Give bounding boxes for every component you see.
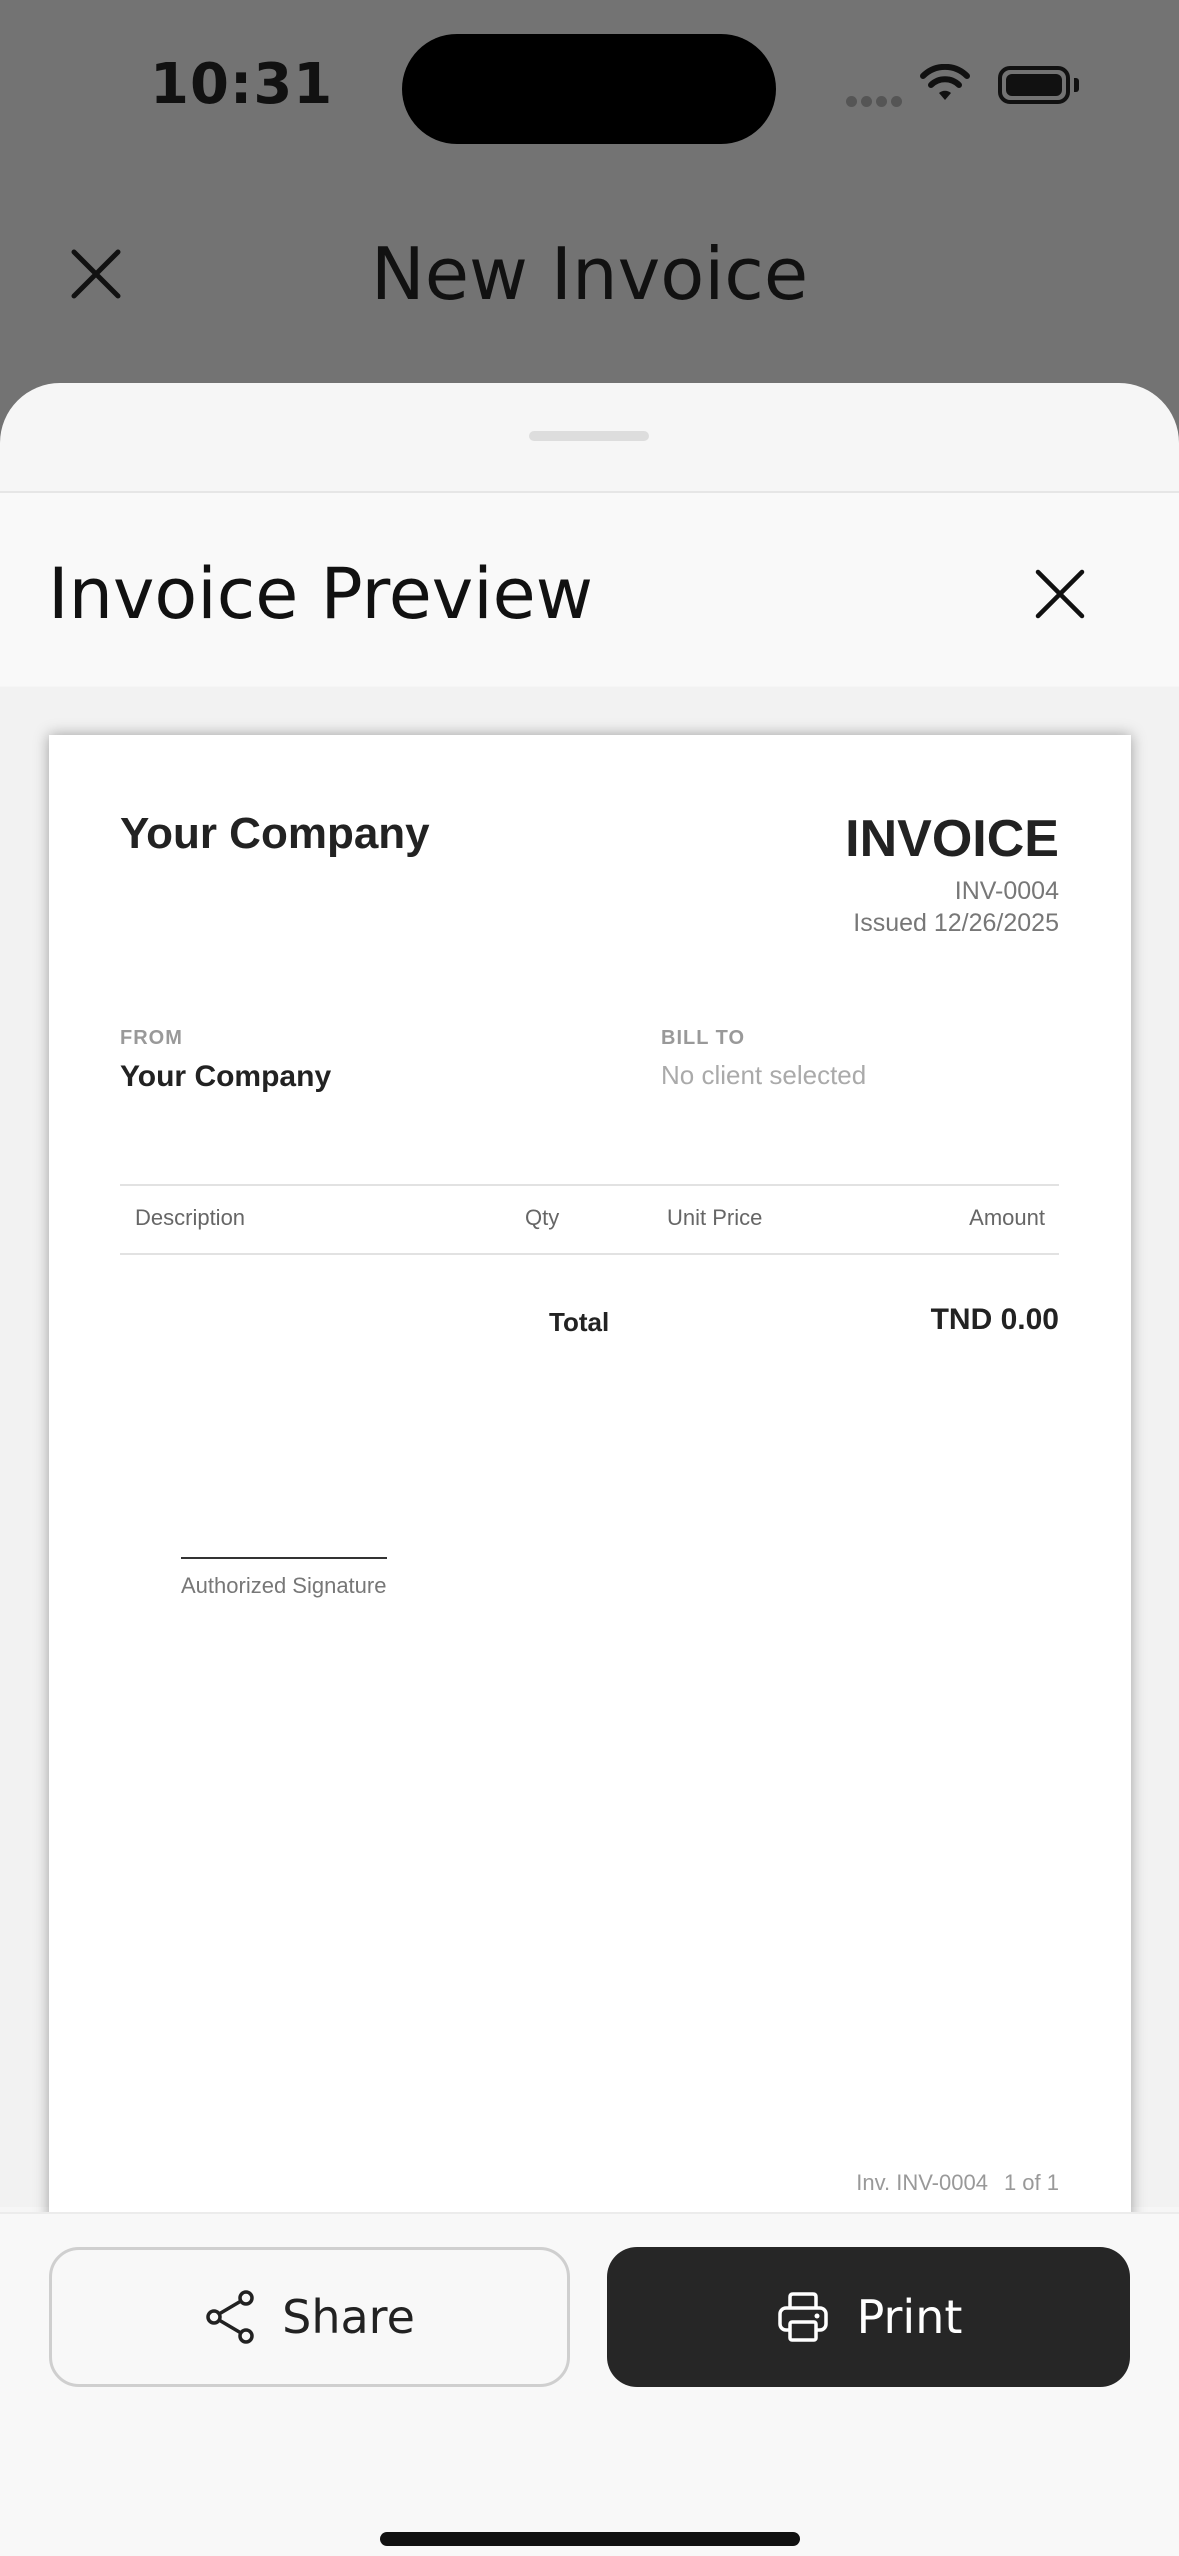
home-indicator[interactable] xyxy=(380,2532,800,2546)
share-button[interactable]: Share xyxy=(49,2247,570,2387)
action-bar: Share Print xyxy=(0,2212,1179,2556)
from-label: FROM xyxy=(120,1027,183,1049)
battery-tip xyxy=(1074,78,1079,92)
table-divider xyxy=(120,1253,1059,1255)
signature-label: Authorized Signature xyxy=(181,1573,387,1598)
dynamic-island xyxy=(402,34,776,144)
battery-icon xyxy=(998,66,1070,104)
sheet-grabber[interactable] xyxy=(529,431,649,441)
printer-icon xyxy=(777,2292,828,2342)
footer-page-count: 1 of 1 xyxy=(1003,2170,1059,2195)
status-bar: 10:31 xyxy=(0,0,1179,180)
print-button-label: Print xyxy=(856,2290,963,2344)
table-divider xyxy=(120,1184,1059,1186)
column-header-amount: Amount xyxy=(969,1205,1045,1230)
total-label: Total xyxy=(549,1307,610,1337)
bill-to-value: No client selected xyxy=(661,1060,867,1090)
share-icon xyxy=(206,2290,254,2344)
column-header-qty: Qty xyxy=(525,1205,560,1230)
invoice-preview-sheet: Invoice Preview Your Company INVOICE INV… xyxy=(0,383,1179,2556)
sheet-title: Invoice Preview xyxy=(48,553,593,635)
bill-to-label: BILL TO xyxy=(661,1027,746,1049)
column-header-unit-price: Unit Price xyxy=(667,1205,763,1230)
page-footer: Inv. INV-0004 1 of 1 xyxy=(856,2170,1059,2196)
from-name: Your Company xyxy=(120,1060,332,1093)
invoice-heading: INVOICE xyxy=(845,810,1059,868)
print-button[interactable]: Print xyxy=(607,2247,1130,2387)
share-button-label: Share xyxy=(282,2290,415,2344)
status-time: 10:31 xyxy=(150,52,334,117)
invoice-company-name: Your Company xyxy=(120,809,430,858)
background-page-title: New Invoice xyxy=(370,232,809,316)
cellular-signal-icon xyxy=(846,94,906,112)
invoice-number: INV-0004 xyxy=(954,877,1059,905)
total-value: TND 0.00 xyxy=(930,1303,1059,1336)
invoice-issued-date: Issued 12/26/2025 xyxy=(853,909,1059,937)
wifi-icon xyxy=(920,64,970,100)
footer-invoice-ref: Inv. INV-0004 xyxy=(856,2170,988,2195)
signature-line xyxy=(181,1557,387,1559)
invoice-document: Your Company INVOICE INV-0004 Issued 12/… xyxy=(49,735,1131,2225)
close-icon[interactable] xyxy=(1032,566,1088,622)
column-header-description: Description xyxy=(135,1205,246,1230)
